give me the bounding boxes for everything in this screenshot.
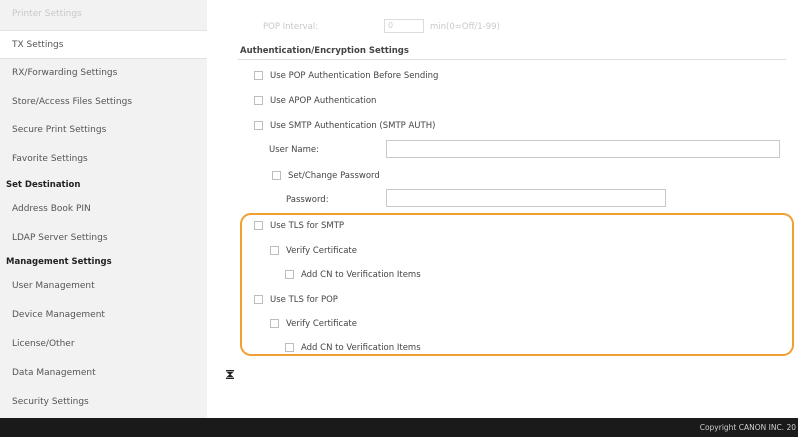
password-label: Password: <box>286 195 329 205</box>
main-content: POP Interval: 0 min(0=Off/1-99) Authenti… <box>207 0 798 418</box>
smtp-auth-label: Use SMTP Authentication (SMTP AUTH) <box>270 121 436 131</box>
sidebar-item-favorite-settings[interactable]: Favorite Settings <box>0 153 207 165</box>
add-cn-pop-checkbox[interactable] <box>285 342 294 352</box>
user-name-label: User Name: <box>269 145 320 155</box>
apop-auth-label: Use APOP Authentication <box>270 96 377 106</box>
sidebar-item-address-book-pin[interactable]: Address Book PIN <box>0 203 207 215</box>
sidebar-item-printer-settings[interactable]: Printer Settings <box>0 8 207 20</box>
add-cn-smtp-checkbox[interactable] <box>285 269 294 279</box>
tls-smtp-checkbox[interactable] <box>254 220 263 230</box>
option-tls-pop[interactable]: Use TLS for POP <box>254 294 338 306</box>
pop-interval-unit: min(0=Off/1-99) <box>430 22 500 32</box>
pop-interval-input[interactable]: 0 <box>384 19 424 33</box>
verify-cert-pop-label: Verify Certificate <box>286 319 357 329</box>
option-pop-auth[interactable]: Use POP Authentication Before Sending <box>254 70 439 82</box>
add-cn-pop-label: Add CN to Verification Items <box>301 343 421 353</box>
user-name-input[interactable] <box>386 140 780 158</box>
sidebar-item-data-management[interactable]: Data Management <box>0 367 207 379</box>
footer: Copyright CANON INC. 20 <box>0 418 798 437</box>
tls-smtp-label: Use TLS for SMTP <box>270 221 345 231</box>
pop-interval-label: POP Interval: <box>263 22 319 32</box>
highlight-box <box>240 213 794 356</box>
option-add-cn-pop[interactable]: Add CN to Verification Items <box>285 342 421 354</box>
verify-cert-smtp-checkbox[interactable] <box>270 245 279 255</box>
sidebar-item-store-access-files-settings[interactable]: Store/Access Files Settings <box>0 96 207 108</box>
option-verify-cert-pop[interactable]: Verify Certificate <box>270 318 357 330</box>
sidebar-item-secure-print-settings[interactable]: Secure Print Settings <box>0 124 207 136</box>
option-tls-smtp[interactable]: Use TLS for SMTP <box>254 220 345 232</box>
set-change-password-checkbox[interactable] <box>272 170 281 180</box>
option-add-cn-smtp[interactable]: Add CN to Verification Items <box>285 269 421 281</box>
password-input[interactable] <box>386 189 666 207</box>
option-smtp-auth[interactable]: Use SMTP Authentication (SMTP AUTH) <box>254 120 436 132</box>
copyright-text: Copyright CANON INC. 20 <box>699 423 796 432</box>
sidebar-item-device-management[interactable]: Device Management <box>0 309 207 321</box>
sidebar: Printer Settings TX Settings RX/Forwardi… <box>0 0 207 418</box>
sidebar-item-ldap-server-settings[interactable]: LDAP Server Settings <box>0 232 207 244</box>
section-divider <box>238 59 786 60</box>
set-change-password-label: Set/Change Password <box>288 171 380 181</box>
sidebar-item-security-settings[interactable]: Security Settings <box>0 396 207 408</box>
sidebar-item-tx-settings[interactable]: TX Settings <box>0 30 207 59</box>
verify-cert-smtp-label: Verify Certificate <box>286 246 357 256</box>
expand-collapse-icon[interactable] <box>226 370 234 379</box>
sidebar-item-rx-forwarding-settings[interactable]: RX/Forwarding Settings <box>0 67 207 79</box>
verify-cert-pop-checkbox[interactable] <box>270 318 279 328</box>
pop-auth-checkbox[interactable] <box>254 70 263 80</box>
smtp-auth-checkbox[interactable] <box>254 120 263 130</box>
option-verify-cert-smtp[interactable]: Verify Certificate <box>270 245 357 257</box>
option-apop-auth[interactable]: Use APOP Authentication <box>254 95 377 107</box>
section-title-auth-encryption: Authentication/Encryption Settings <box>240 46 409 56</box>
add-cn-smtp-label: Add CN to Verification Items <box>301 270 421 280</box>
option-set-change-password[interactable]: Set/Change Password <box>272 170 380 182</box>
sidebar-item-user-management[interactable]: User Management <box>0 280 207 292</box>
sidebar-item-license-other[interactable]: License/Other <box>0 338 207 350</box>
sidebar-header-set-destination: Set Destination <box>6 180 81 190</box>
apop-auth-checkbox[interactable] <box>254 95 263 105</box>
tls-pop-checkbox[interactable] <box>254 294 263 304</box>
pop-auth-label: Use POP Authentication Before Sending <box>270 71 439 81</box>
tls-pop-label: Use TLS for POP <box>270 295 338 305</box>
sidebar-header-management-settings: Management Settings <box>6 257 112 267</box>
